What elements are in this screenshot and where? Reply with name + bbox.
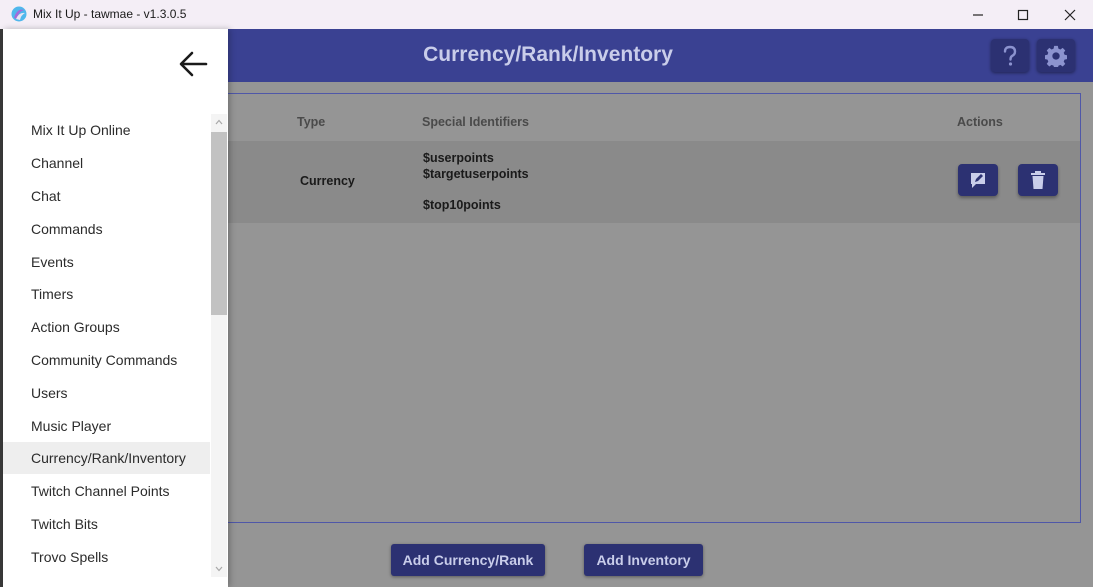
edit-icon: [971, 173, 985, 188]
nav-item-commands[interactable]: Commands: [3, 213, 210, 245]
row-identifier: $userpoints: [423, 151, 494, 165]
help-icon: [1003, 45, 1017, 66]
window-title: Mix It Up - tawmae - v1.3.0.5: [33, 7, 187, 21]
help-button[interactable]: [991, 39, 1029, 72]
navigation-drawer: Mix It Up Online Channel Chat Commands E…: [3, 29, 228, 587]
scroll-up-button[interactable]: [211, 114, 227, 130]
nav-item-currency-rank-inventory[interactable]: Currency/Rank/Inventory: [3, 442, 210, 474]
row-identifier: $targetuserpoints: [423, 167, 529, 181]
nav-item-channel[interactable]: Channel: [3, 147, 210, 179]
table-row: Currency $userpoints $targetuserpoints $…: [228, 141, 1080, 223]
column-header-actions: Actions: [957, 115, 1003, 129]
currency-table: Type Special Identifiers Actions Currenc…: [228, 93, 1081, 523]
nav-item-community-commands[interactable]: Community Commands: [3, 344, 210, 376]
minimize-icon: [973, 13, 983, 16]
app-header: Currency/Rank/Inventory: [228, 29, 1093, 82]
settings-button[interactable]: [1037, 39, 1075, 72]
row-type: Currency: [300, 174, 355, 188]
chevron-down-icon: [215, 566, 223, 572]
column-header-type: Type: [297, 115, 326, 129]
scrollbar-thumb[interactable]: [211, 132, 227, 315]
back-button[interactable]: [177, 49, 209, 79]
nav-item-users[interactable]: Users: [3, 377, 210, 409]
nav-item-trovo-spells[interactable]: Trovo Spells: [3, 541, 210, 573]
trash-icon: [1031, 171, 1045, 189]
add-inventory-button[interactable]: Add Inventory: [584, 544, 703, 576]
column-header-special-identifiers: Special Identifiers: [422, 115, 529, 129]
main-content: Type Special Identifiers Actions Currenc…: [228, 82, 1093, 587]
arrow-left-icon: [179, 51, 208, 77]
gear-icon: [1045, 45, 1067, 67]
maximize-button[interactable]: [1000, 0, 1046, 29]
add-currency-rank-button[interactable]: Add Currency/Rank: [391, 544, 545, 576]
mix-it-up-logo-icon: [11, 6, 27, 22]
delete-button[interactable]: [1018, 164, 1058, 196]
nav-item-twitch-bits[interactable]: Twitch Bits: [3, 508, 210, 540]
edit-button[interactable]: [958, 164, 998, 196]
close-button[interactable]: [1047, 0, 1093, 29]
drawer-scrollbar[interactable]: [211, 114, 227, 577]
minimize-button[interactable]: [955, 0, 1001, 29]
close-icon: [1064, 9, 1076, 20]
nav-item-timers[interactable]: Timers: [3, 278, 210, 310]
chevron-up-icon: [215, 119, 223, 125]
nav-item-action-groups[interactable]: Action Groups: [3, 311, 210, 343]
scroll-down-button[interactable]: [211, 561, 227, 577]
page-title: Currency/Rank/Inventory: [423, 43, 673, 66]
row-identifier: $top10points: [423, 198, 501, 212]
nav-item-twitch-channel-points[interactable]: Twitch Channel Points: [3, 475, 210, 507]
window-titlebar: Mix It Up - tawmae - v1.3.0.5: [0, 0, 1093, 29]
nav-item-music-player[interactable]: Music Player: [3, 410, 210, 442]
nav-item-mix-it-up-online[interactable]: Mix It Up Online: [3, 114, 210, 146]
nav-item-chat[interactable]: Chat: [3, 180, 210, 212]
nav-item-events[interactable]: Events: [3, 246, 210, 278]
maximize-icon: [1017, 9, 1029, 20]
